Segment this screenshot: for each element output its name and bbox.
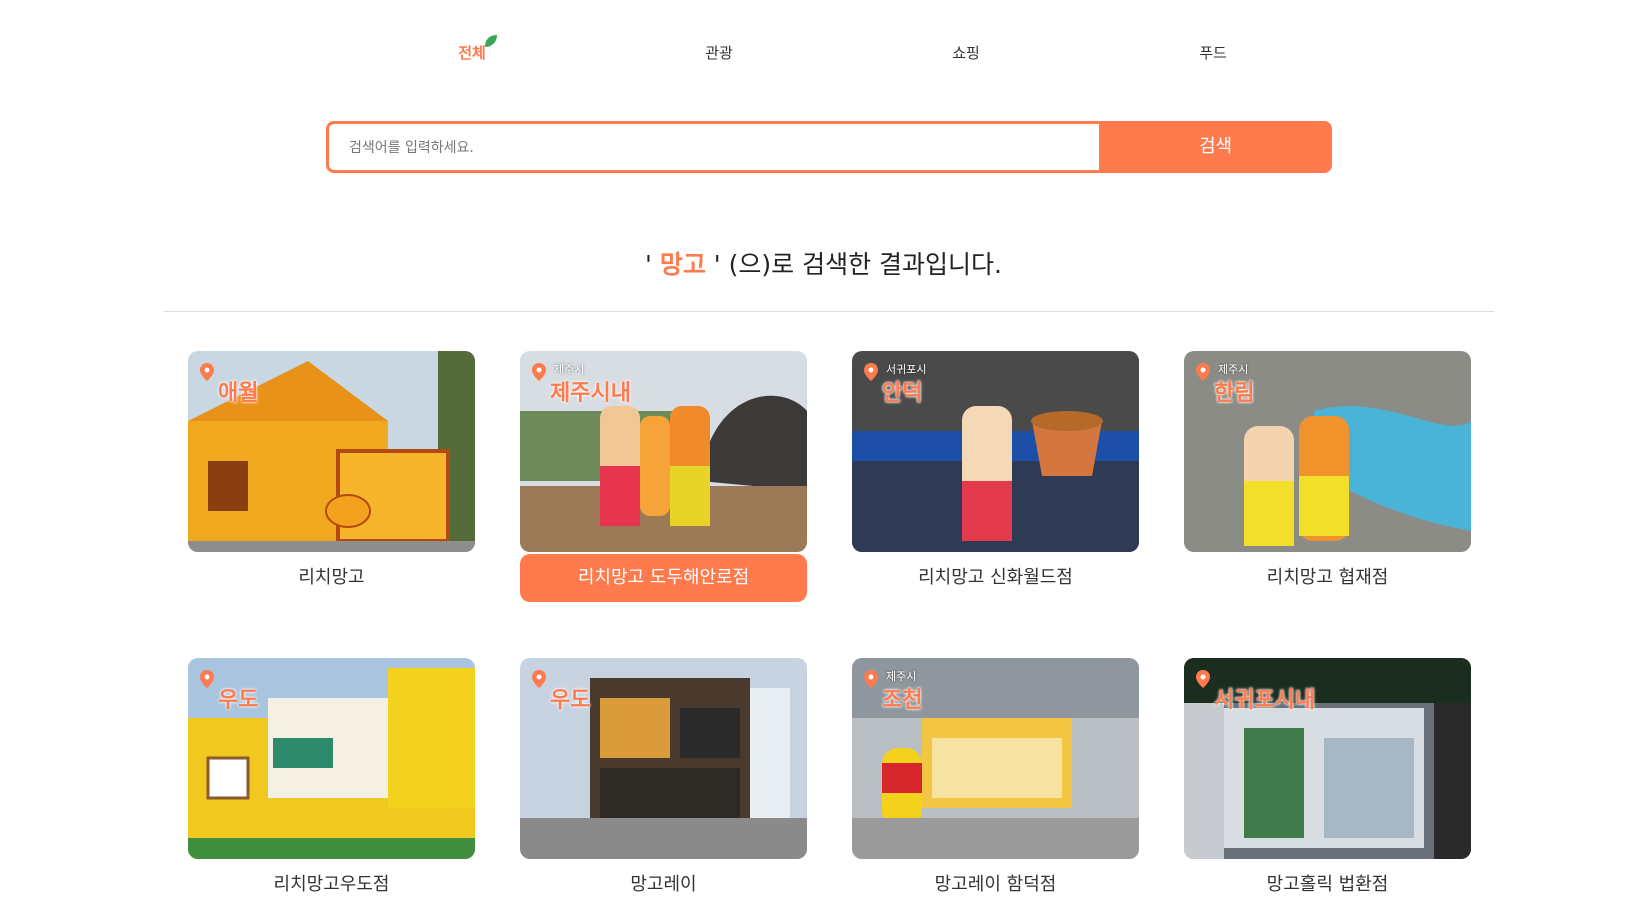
- card-title[interactable]: 리치망고: [188, 554, 475, 602]
- tab-label: 관광: [705, 44, 733, 62]
- headline-suffix: ' (으)로 검색한 결과입니다.: [705, 250, 1002, 279]
- result-card[interactable]: 애월 리치망고: [188, 351, 475, 602]
- tab-shopping[interactable]: 쇼핑: [906, 40, 1026, 66]
- tab-label: 전체: [458, 44, 486, 62]
- map-pin-icon: [1196, 670, 1210, 688]
- map-pin-icon: [532, 363, 546, 381]
- tab-all[interactable]: 전체: [412, 35, 532, 66]
- result-card[interactable]: 서귀포시내 망고홀릭 법환점: [1184, 658, 1471, 909]
- map-pin-icon: [532, 670, 546, 688]
- divider: [164, 311, 1494, 312]
- search-keyword: 망고: [659, 250, 706, 279]
- result-card[interactable]: 서귀포시 안덕 리치망고 신화월드점: [852, 351, 1139, 602]
- card-photo[interactable]: 애월: [188, 351, 475, 552]
- card-photo[interactable]: 제주시 제주시내: [520, 351, 807, 552]
- leaf-icon: [485, 35, 497, 47]
- card-title[interactable]: 리치망고 신화월드점: [852, 554, 1139, 602]
- region-name: 우도: [550, 688, 591, 713]
- card-photo[interactable]: 서귀포시내: [1184, 658, 1471, 859]
- card-title[interactable]: 망고레이 함덕점: [852, 861, 1139, 909]
- region-name: 애월: [218, 381, 259, 406]
- map-pin-icon: [1196, 363, 1210, 381]
- headline-prefix: ': [645, 250, 660, 279]
- region-name: 한림: [1214, 381, 1255, 406]
- result-card[interactable]: 제주시 조천 망고레이 함덕점: [852, 658, 1139, 909]
- card-title[interactable]: 리치망고 도두해안로점: [520, 554, 807, 602]
- tab-tour[interactable]: 관광: [659, 40, 779, 66]
- card-title[interactable]: 리치망고우도점: [188, 861, 475, 909]
- region-name: 제주시내: [550, 381, 631, 406]
- result-headline: ' 망고 ' (으)로 검색한 결과입니다.: [0, 245, 1647, 281]
- result-card[interactable]: 우도 망고레이: [520, 658, 807, 909]
- card-title[interactable]: 리치망고 협재점: [1184, 554, 1471, 602]
- card-photo[interactable]: 제주시 한림: [1184, 351, 1471, 552]
- tab-food[interactable]: 푸드: [1153, 40, 1273, 66]
- search-bar: 검색: [326, 121, 1332, 173]
- region-name: 우도: [218, 688, 259, 713]
- region-name: 조천: [882, 688, 923, 713]
- card-photo[interactable]: 제주시 조천: [852, 658, 1139, 859]
- region-name: 서귀포시내: [1214, 688, 1316, 713]
- region-name: 안덕: [882, 381, 923, 406]
- search-input[interactable]: [347, 124, 1111, 172]
- card-title[interactable]: 망고홀릭 법환점: [1184, 861, 1471, 909]
- map-pin-icon: [864, 363, 878, 381]
- result-card[interactable]: 제주시 제주시내 리치망고 도두해안로점: [520, 351, 807, 602]
- card-photo[interactable]: 서귀포시 안덕: [852, 351, 1139, 552]
- card-photo[interactable]: 우도: [520, 658, 807, 859]
- card-title[interactable]: 망고레이: [520, 861, 807, 909]
- tab-label: 쇼핑: [952, 44, 980, 62]
- map-pin-icon: [864, 670, 878, 688]
- result-card[interactable]: 제주시 한림 리치망고 협재점: [1184, 351, 1471, 602]
- search-button[interactable]: 검색: [1099, 121, 1332, 173]
- map-pin-icon: [200, 363, 214, 381]
- card-photo[interactable]: 우도: [188, 658, 475, 859]
- result-card[interactable]: 우도 리치망고우도점: [188, 658, 475, 909]
- tab-label: 푸드: [1199, 44, 1227, 62]
- category-tabs: 전체 관광 쇼핑 푸드: [0, 35, 1647, 70]
- map-pin-icon: [200, 670, 214, 688]
